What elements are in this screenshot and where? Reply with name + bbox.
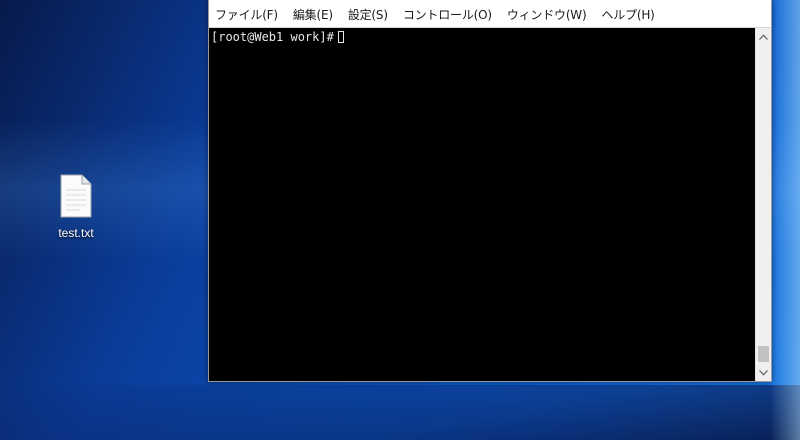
- scroll-up-button[interactable]: [756, 28, 771, 45]
- wallpaper-shadow-band: [0, 385, 800, 440]
- menu-settings[interactable]: 設定(S): [346, 4, 395, 23]
- terminal-screen[interactable]: [root@Web1 work]#: [209, 28, 755, 381]
- desktop-icon-test-txt[interactable]: test.txt: [44, 174, 108, 240]
- prompt-line: [root@Web1 work]#: [211, 29, 344, 45]
- menu-window[interactable]: ウィンドウ(W): [505, 4, 594, 23]
- scroll-down-button[interactable]: [756, 364, 771, 381]
- chevron-down-icon: [759, 369, 768, 376]
- menu-file[interactable]: ファイル(F): [213, 4, 285, 23]
- vertical-scrollbar[interactable]: [755, 28, 771, 381]
- chevron-up-icon: [759, 33, 768, 40]
- menu-help[interactable]: ヘルプ(H): [599, 4, 661, 23]
- desktop-icon-label: test.txt: [58, 226, 94, 240]
- menu-control[interactable]: コントロール(O): [401, 4, 499, 23]
- terminal-menubar: ファイル(F) 編集(E) 設定(S) コントロール(O) ウィンドウ(W) ヘ…: [209, 0, 771, 28]
- shell-prompt: [root@Web1 work]#: [211, 30, 334, 44]
- terminal-window: ファイル(F) 編集(E) 設定(S) コントロール(O) ウィンドウ(W) ヘ…: [208, 0, 772, 382]
- text-file-icon: [60, 174, 92, 218]
- wallpaper-glow-edge: [770, 0, 800, 440]
- scroll-thumb[interactable]: [758, 346, 769, 362]
- text-cursor: [337, 31, 344, 43]
- menu-edit[interactable]: 編集(E): [291, 4, 340, 23]
